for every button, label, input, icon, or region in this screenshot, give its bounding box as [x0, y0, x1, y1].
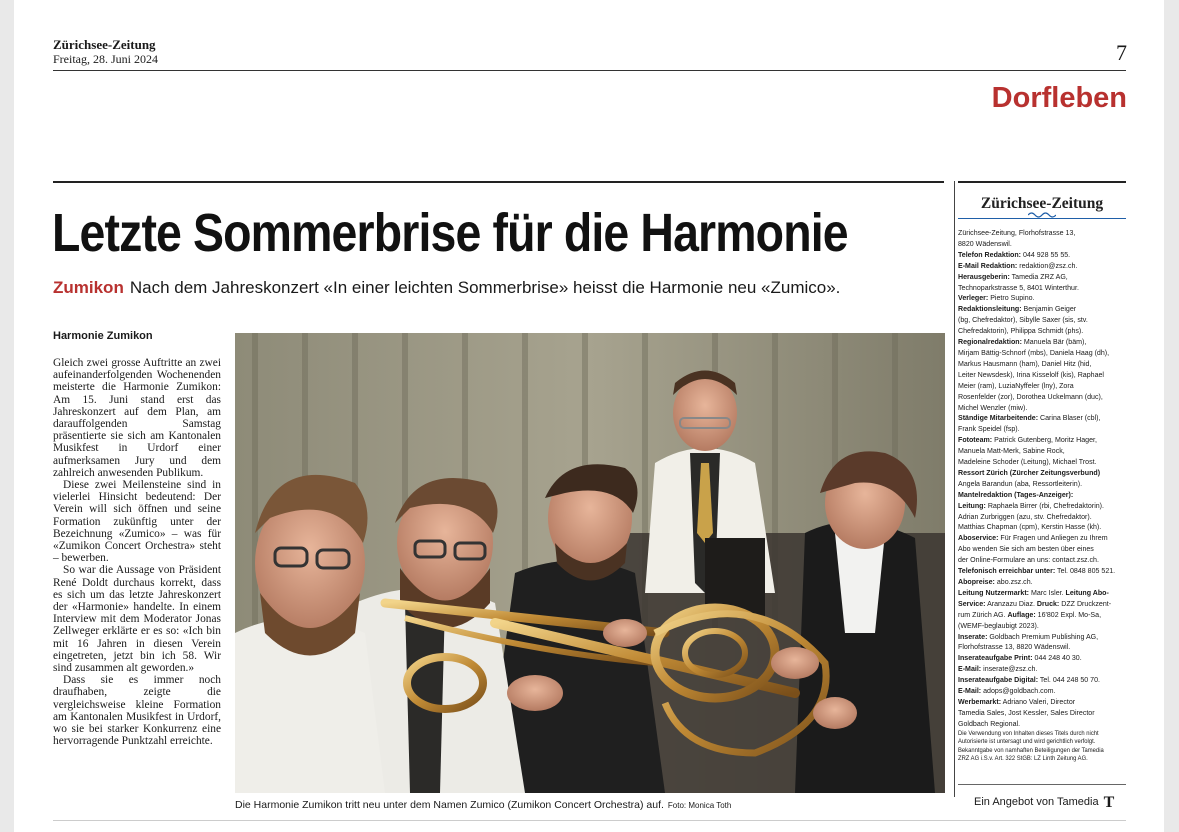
imprint-line: der Online-Formulare an uns: contact.zsz… [958, 555, 1099, 565]
imprint-line: Abopreise: abo.zsz.ch. [958, 577, 1033, 586]
photo-credit: Foto: Monica Toth [667, 801, 732, 810]
article-body: Gleich zwei grosse Auftritte an zwei auf… [53, 357, 221, 748]
imprint-line: Fototeam: Patrick Gutenberg, Moritz Hage… [958, 435, 1097, 445]
imprint-line: 8820 Wädenswil. [958, 238, 1012, 248]
imprint-line: Inserate: Goldbach Premium Publishing AG… [958, 631, 1099, 641]
imprint-line: Markus Hausmann (ham), Daniel Hitz (hid, [958, 358, 1092, 368]
headline: Letzte Sommerbrise für die Harmonie [52, 203, 849, 263]
imprint-line: rum Zürich AG. Auflage: 16'802 Expl. Mo-… [958, 609, 1102, 619]
section-title: Dorfleben [991, 82, 1127, 114]
imprint-line: Tamedia Sales, Jost Kessler, Sales Direc… [958, 707, 1095, 717]
imprint-line: (WEMF-beglaubigt 2023). [958, 620, 1039, 630]
imprint-text: Zürichsee-Zeitung, Florhofstrasse 13, 88… [958, 228, 1125, 764]
imprint-footer: Ein Angebot von Tamedia T [974, 794, 1114, 812]
kicker: Zumikon [53, 278, 124, 297]
paragraph: Dass sie es immer noch draufhaben, zeigt… [53, 674, 221, 748]
imprint-disclaimer: Bekanntgabe von namhaften Beteiligungen … [958, 746, 1104, 754]
lead-text: Nach dem Jahreskonzert «In einer leichte… [129, 278, 841, 297]
column-divider [954, 181, 955, 797]
imprint-line: E-Mail Redaktion: redaktion@zsz.ch. [958, 260, 1078, 270]
imprint-disclaimer: Autorisierte ist untersagt und wird geri… [958, 738, 1096, 746]
imprint-line: Telefon Redaktion: 044 928 55 55. [958, 249, 1071, 259]
paragraph: Gleich zwei grosse Auftritte an zwei auf… [53, 357, 221, 479]
imprint-logo-rule [958, 212, 1126, 219]
imprint-line: Michel Wenzler (miw). [958, 402, 1028, 412]
photo-illustration [235, 333, 945, 793]
imprint-line: Aboservice: Für Fragen und Anliegen zu I… [958, 533, 1108, 543]
imprint-line: Leitung: Raphaela Birrer (rbi, Chefredak… [958, 500, 1105, 510]
imprint-line: Inserateaufgabe Print: 044 248 40 30. [958, 653, 1082, 663]
imprint-line: Florhofstrasse 13, 8820 Wädenswil. [958, 642, 1071, 652]
imprint-line: Leitung Nutzermarkt: Marc Isler. Leitung… [958, 587, 1109, 597]
top-rule [53, 70, 1126, 71]
imprint-bottom-rule [958, 784, 1126, 785]
imprint-box: Zürichsee-Zeitung Zürichsee-Zeitung, Flo… [958, 181, 1126, 764]
imprint-line: Inserateaufgabe Digital: Tel. 044 248 50… [958, 675, 1100, 685]
imprint-line: Angela Barandun (aba, Ressortleiterin). [958, 478, 1083, 488]
footer-text: Ein Angebot von Tamedia [974, 796, 1099, 808]
imprint-line: E-Mail: inserate@zsz.ch. [958, 664, 1038, 674]
imprint-line: Madeleine Schoder (Leitung), Michael Tro… [958, 457, 1097, 467]
newspaper-page: Zürichsee-Zeitung Freitag, 28. Juni 2024… [14, 0, 1164, 832]
imprint-line: Mantelredaktion (Tages-Anzeiger): [958, 489, 1074, 499]
tamedia-logo-icon: T [1103, 794, 1115, 811]
imprint-line: Verleger: Pietro Supino. [958, 293, 1035, 303]
imprint-line: Herausgeberin: Tamedia ZRZ AG, [958, 271, 1068, 281]
imprint-line: Goldbach Regional. [958, 718, 1021, 728]
imprint-disclaimer: Die Verwendung von Inhalten dieses Titel… [958, 729, 1099, 737]
article-photo [235, 333, 945, 793]
author: Harmonie Zumikon [53, 330, 153, 342]
imprint-line: Meier (ram), LuziaNyffeler (lny), Zora [958, 380, 1074, 390]
imprint-line: Adrian Zurbriggen (azu, stv. Chefredakto… [958, 511, 1092, 521]
wave-icon [1028, 212, 1056, 218]
imprint-line: Ständige Mitarbeitende: Carina Blaser (c… [958, 413, 1101, 423]
lead: Zumikon Nach dem Jahreskonzert «In einer … [53, 278, 840, 298]
imprint-line: Technoparkstrasse 5, 8401 Winterthur. [958, 282, 1079, 292]
imprint-line: Chefredaktorin), Philippa Schmidt (phs). [958, 326, 1084, 336]
imprint-line: Matthias Chapman (cpm), Kerstin Hasse (k… [958, 522, 1102, 532]
paragraph: So war die Aussage von Präsident René Do… [53, 564, 221, 675]
imprint-top-rule [958, 181, 1126, 183]
imprint-line: Redaktionsleitung: Benjamin Geiger [958, 304, 1077, 314]
imprint-line: Ressort Zürich (Zürcher Zeitungsverbund) [958, 467, 1101, 477]
imprint-line: Regionalredaktion: Manuela Bär (bäm), [958, 337, 1087, 347]
imprint-line: Manuela Matt-Merk, Sabine Rock, [958, 446, 1065, 456]
imprint-line: Zürichsee-Zeitung, Florhofstrasse 13, [958, 228, 1076, 237]
imprint-line: Rosenfelder (zor), Dorothea Uckelmann (d… [958, 391, 1103, 401]
imprint-line: E-Mail: adops@goldbach.com. [958, 686, 1056, 696]
bottom-rule [53, 820, 1126, 821]
imprint-line: Leiter Newsdesk), Irina Kisselolf (kis),… [958, 369, 1105, 379]
paragraph: Diese zwei Meilensteine sind in vielerle… [53, 479, 221, 565]
page-number: 7 [1116, 40, 1127, 65]
imprint-line: Frank Speidel (fsp). [958, 424, 1020, 434]
masthead-date: Freitag, 28. Juni 2024 [53, 52, 158, 66]
caption-text: Die Harmonie Zumikon tritt neu unter dem… [235, 799, 664, 811]
imprint-line: Telefonisch erreichbar unter: Tel. 0848 … [958, 566, 1116, 576]
article-top-rule [53, 181, 944, 183]
masthead-name: Zürichsee-Zeitung [53, 37, 156, 52]
imprint-line: Mirjam Bättig-Schnorf (mbs), Daniela Haa… [958, 347, 1110, 357]
imprint-line: Werbemarkt: Adriano Valeri, Director [958, 696, 1076, 706]
imprint-line: Service: Aranzazu Diaz. Druck: DZZ Druck… [958, 598, 1112, 608]
imprint-line: Abo wenden Sie sich am besten über eines [958, 544, 1094, 554]
imprint-line: (bg, Chefredaktor), Sibylle Saxer (sis, … [958, 315, 1088, 325]
imprint-disclaimer: ZRZ AG i.S.v. Art. 322 StGB: LZ Linth Ze… [958, 755, 1088, 763]
photo-caption: Die Harmonie Zumikon tritt neu unter dem… [235, 799, 731, 811]
